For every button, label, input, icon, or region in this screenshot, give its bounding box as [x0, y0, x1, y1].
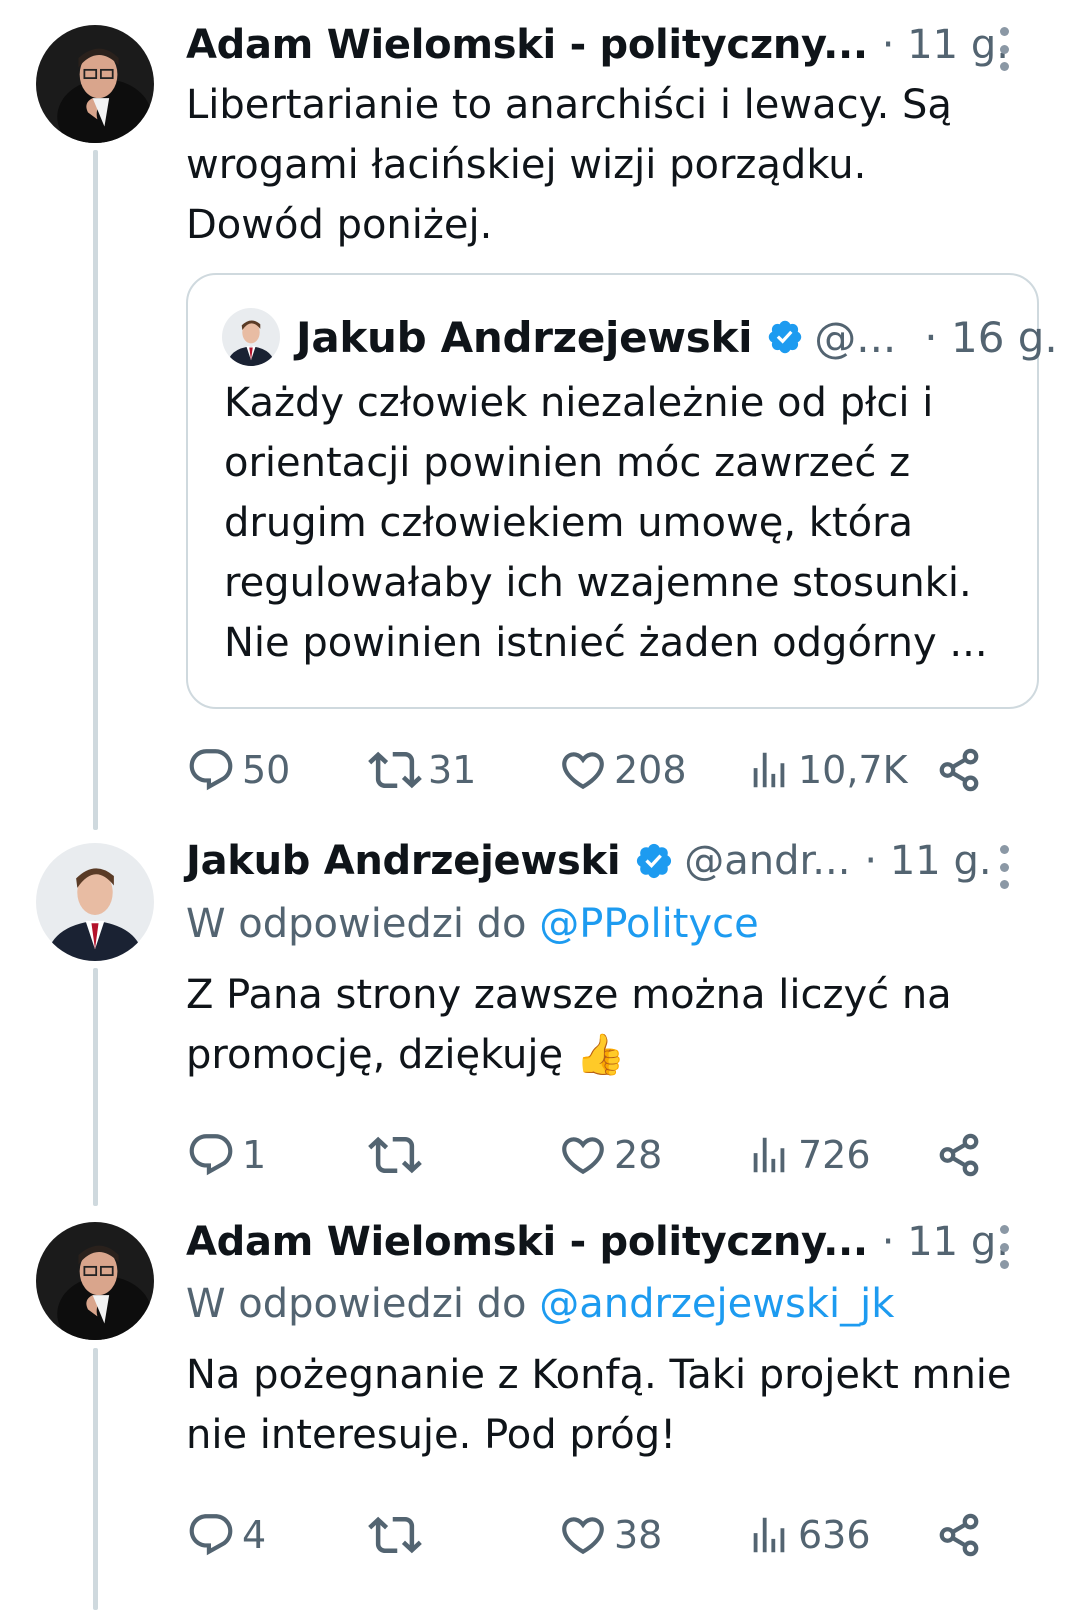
views-icon — [753, 1517, 785, 1553]
avatar-image — [36, 25, 154, 143]
like-button[interactable]: 28 — [558, 1125, 662, 1185]
heart-icon — [562, 1137, 604, 1175]
quoted-handle: @... — [814, 312, 897, 362]
views-button[interactable]: 636 — [746, 1505, 871, 1565]
reply-mention-link[interactable]: @andrzejewski_jk — [539, 1281, 894, 1327]
author-name[interactable]: Adam Wielomski - polityczny... — [186, 22, 868, 68]
tweet-text-line: nie interesuje. Pod próg! — [186, 1412, 677, 1458]
avatar-adam-wielomski[interactable] — [36, 25, 154, 143]
views-count: 10,7K — [798, 748, 908, 792]
more-options-icon[interactable] — [998, 27, 1010, 71]
thread-line — [93, 968, 98, 1206]
tweet-text: Z Pana strony zawsze można liczyć na pro… — [186, 965, 1040, 1085]
quoted-avatar — [222, 308, 280, 366]
reply-icon — [189, 1514, 233, 1556]
quoted-text-line: Każdy człowiek niezależnie od płci i — [224, 380, 934, 426]
heart-icon — [562, 752, 604, 790]
share-icon — [939, 1513, 979, 1557]
like-count: 208 — [614, 748, 687, 792]
author-name[interactable]: Jakub Andrzejewski — [186, 838, 621, 884]
tweet-header: Adam Wielomski - polityczny... · 11 g. — [186, 1217, 1020, 1267]
reply-prefix: W odpowiedzi do — [186, 901, 540, 947]
reply-mention-link[interactable]: @PPolityce — [539, 901, 758, 947]
retweet-button[interactable] — [368, 1505, 428, 1565]
tweet-text-line: Na pożegnanie z Konfą. Taki projekt mnie — [186, 1352, 1012, 1398]
tweet-time[interactable]: · 11 g. — [864, 838, 991, 884]
share-icon — [939, 1133, 979, 1177]
quoted-tweet[interactable]: Jakub Andrzejewski @... · 16 g. Każdy cz… — [186, 273, 1058, 709]
tweet-actions: 4 38 636 — [186, 1505, 1016, 1565]
reply-context: W odpowiedzi do @PPolityce — [186, 896, 759, 952]
tweet-header: Jakub Andrzejewski @andr... · 11 g. — [186, 836, 1020, 886]
tweet-actions: 1 28 726 — [186, 1125, 1016, 1185]
tweet-time[interactable]: · 11 g. — [882, 22, 1009, 68]
tweet-text: Libertarianie to anarchiści i lewacy. Są… — [186, 75, 1040, 255]
reply-prefix: W odpowiedzi do — [186, 1281, 540, 1327]
quoted-text-line: orientacji powinien móc zawrzeć z — [224, 440, 911, 486]
views-button[interactable]: 726 — [746, 1125, 871, 1185]
share-icon — [939, 748, 979, 792]
reply-icon — [189, 1134, 233, 1176]
views-count: 726 — [798, 1133, 871, 1177]
retweet-button[interactable]: 31 — [368, 740, 476, 800]
author-handle[interactable]: @andr... — [684, 838, 850, 884]
avatar-jakub-andrzejewski[interactable] — [36, 843, 154, 961]
views-count: 636 — [798, 1513, 871, 1557]
tweet-time[interactable]: · 11 g. — [882, 1219, 1009, 1265]
reply-button[interactable]: 50 — [186, 740, 290, 800]
retweet-icon — [368, 751, 422, 789]
verified-badge-icon — [766, 318, 804, 356]
quoted-header: Jakub Andrzejewski @... · 16 g. — [296, 308, 1058, 366]
quoted-text-line: Nie powinien istnieć żaden odgórny ... — [224, 620, 988, 666]
views-icon — [753, 1137, 785, 1173]
tweet-text-line: wrogami łacińskiej wizji porządku. — [186, 142, 867, 188]
reply-button[interactable]: 4 — [186, 1505, 266, 1565]
views-button[interactable]: 10,7K — [746, 740, 908, 800]
quoted-author-name: Jakub Andrzejewski — [296, 312, 753, 362]
reply-context: W odpowiedzi do @andrzejewski_jk — [186, 1276, 894, 1332]
avatar-image — [222, 308, 280, 366]
tweet-text-line: Dowód poniżej. — [186, 202, 493, 248]
retweet-count: 31 — [428, 748, 477, 792]
reply-button[interactable]: 1 — [186, 1125, 266, 1185]
heart-icon — [562, 1517, 604, 1555]
quoted-text: Każdy człowiek niezależnie od płci i ori… — [224, 373, 1007, 673]
share-button[interactable] — [936, 1505, 982, 1565]
retweet-button[interactable] — [368, 1125, 428, 1185]
retweet-icon — [368, 1136, 422, 1174]
share-button[interactable] — [936, 740, 982, 800]
tweet-text-line: Z Pana strony zawsze można liczyć na — [186, 972, 952, 1018]
retweet-icon — [368, 1516, 422, 1554]
tweet-text: Na pożegnanie z Konfą. Taki projekt mnie… — [186, 1345, 1040, 1465]
like-button[interactable]: 208 — [558, 740, 687, 800]
tweet-text-line: promocję, dziękuję 👍 — [186, 1032, 626, 1078]
quoted-text-line: regulowałaby ich wzajemne stosunki. — [224, 560, 972, 606]
like-count: 38 — [614, 1513, 663, 1557]
avatar-image — [36, 843, 154, 961]
more-options-icon[interactable] — [998, 1225, 1010, 1269]
reply-count: 4 — [242, 1513, 267, 1557]
like-count: 28 — [614, 1133, 663, 1177]
thread-line — [93, 150, 98, 830]
reply-count: 1 — [242, 1133, 267, 1177]
share-button[interactable] — [936, 1125, 982, 1185]
reply-icon — [189, 749, 233, 791]
avatar-image — [36, 1222, 154, 1340]
more-options-icon[interactable] — [998, 845, 1010, 889]
quoted-text-line: drugim człowiekiem umowę, która — [224, 500, 914, 546]
like-button[interactable]: 38 — [558, 1505, 662, 1565]
quoted-time: · 16 g. — [924, 312, 1058, 362]
reply-count: 50 — [242, 748, 291, 792]
tweet-header: Adam Wielomski - polityczny... · 11 g. — [186, 20, 1020, 70]
tweet-actions: 50 31 208 10,7K — [186, 740, 1016, 800]
avatar-adam-wielomski[interactable] — [36, 1222, 154, 1340]
verified-badge-icon — [634, 841, 674, 881]
tweet-text-line: Libertarianie to anarchiści i lewacy. Są — [186, 82, 952, 128]
views-icon — [753, 752, 785, 788]
author-name[interactable]: Adam Wielomski - polityczny... — [186, 1219, 868, 1265]
thread-line — [93, 1348, 98, 1610]
